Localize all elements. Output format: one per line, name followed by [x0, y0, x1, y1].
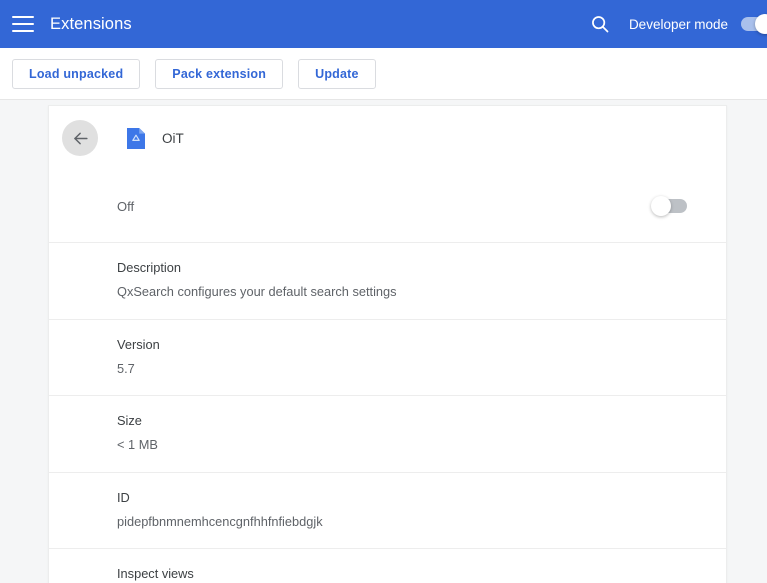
pack-extension-button[interactable]: Pack extension — [155, 58, 284, 89]
description-section: Description QxSearch configures your def… — [49, 242, 726, 319]
hamburger-line — [12, 23, 34, 25]
description-value: QxSearch configures your default search … — [117, 283, 397, 299]
inspect-views-section: Inspect views No active views — [49, 548, 726, 583]
version-section: Version 5.7 — [49, 318, 726, 396]
extensions-toolbar: Load unpacked Pack extension Update — [0, 48, 767, 100]
extension-detail-header: OiT — [49, 106, 726, 170]
inspect-views-title: Inspect views — [117, 566, 194, 582]
extension-detail-card: OiT Off Description QxSearch configures … — [48, 105, 727, 583]
version-title: Version — [117, 336, 160, 352]
developer-mode-toggle[interactable] — [741, 14, 767, 34]
hamburger-menu-icon[interactable] — [12, 16, 34, 32]
enable-row: Off — [49, 170, 726, 242]
enabled-state-label: Off — [117, 198, 135, 214]
hamburger-line — [12, 30, 34, 32]
developer-mode-label: Developer mode — [628, 16, 728, 32]
version-value: 5.7 — [117, 360, 135, 376]
app-bar-actions: Developer mode — [589, 0, 767, 48]
load-unpacked-button[interactable]: Load unpacked — [12, 58, 141, 89]
update-button[interactable]: Update — [298, 58, 376, 89]
app-bar: Extensions Developer mode — [0, 0, 767, 48]
extension-name: OiT — [162, 130, 184, 146]
page-title: Extensions — [50, 15, 132, 33]
page-body: OiT Off Description QxSearch configures … — [0, 101, 767, 583]
extension-enable-toggle-knob — [651, 196, 671, 216]
extension-enable-toggle[interactable] — [651, 196, 687, 216]
size-value: < 1 MB — [117, 437, 158, 453]
description-title: Description — [117, 260, 182, 275]
extension-page-icon — [127, 127, 145, 149]
arrow-left-icon — [73, 132, 88, 144]
size-title: Size — [117, 413, 142, 429]
size-section: Size < 1 MB — [49, 395, 726, 472]
search-icon[interactable] — [589, 13, 611, 35]
developer-mode-toggle-knob — [755, 14, 767, 34]
back-button[interactable] — [62, 120, 98, 156]
id-section: ID pidepfbnmnemhcencgnfhhfnfiebdgjk — [49, 471, 726, 549]
hamburger-line — [12, 16, 34, 18]
id-title: ID — [117, 489, 130, 505]
id-value: pidepfbnmnemhcencgnfhhfnfiebdgjk — [117, 513, 323, 529]
